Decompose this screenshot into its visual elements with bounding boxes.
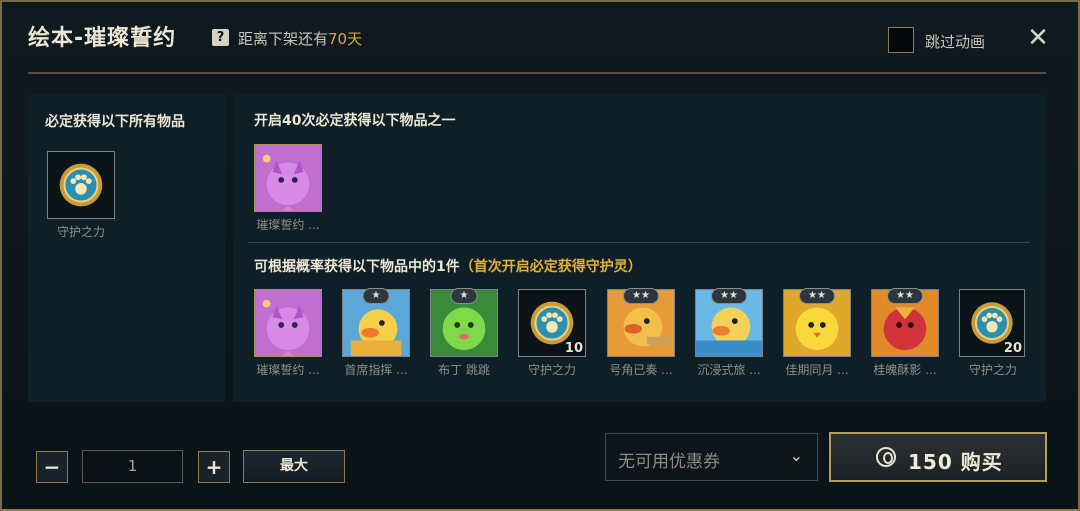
star-rating-badge: ★ [450, 288, 478, 304]
countdown-prefix: 距离下架还有 [238, 30, 329, 48]
item-frame [254, 144, 322, 212]
countdown-value: 70天 [328, 30, 363, 48]
reward-item[interactable]: 璀璨誓约 ... [254, 144, 322, 233]
item-quantity: 10 [564, 341, 583, 356]
coupon-placeholder: 无可用优惠券 [618, 452, 720, 472]
reward-item[interactable]: 20 守护之力 [959, 289, 1025, 378]
reward-item[interactable]: ★★ 佳期同月 ... [783, 288, 851, 378]
item-label: 沉浸式旅 ... [697, 363, 761, 377]
reward-item[interactable]: ★ 布丁 跳跳 [430, 288, 498, 378]
item-quantity: 20 [1003, 341, 1022, 356]
star-rating-badge: ★★ [799, 288, 835, 304]
item-label: 首席指挥 ... [344, 363, 408, 377]
item-label: 璀璨誓约 ... [256, 363, 320, 377]
skip-animation-label[interactable]: 跳过动画 [925, 31, 985, 52]
item-label: 守护之力 [56, 225, 105, 239]
star-rating-badge: ★★ [623, 288, 659, 304]
purple-mascot-icon [255, 145, 321, 211]
guaranteed-all-panel [28, 95, 225, 402]
star-rating-badge: ★ [362, 288, 390, 304]
buy-button[interactable]: 150 购买 [829, 432, 1047, 482]
buy-text: 购买 [960, 450, 1003, 474]
coupon-dropdown[interactable]: 无可用优惠券 ⌄ [605, 433, 818, 481]
chevron-down-icon: ⌄ [789, 446, 803, 465]
quantity-input[interactable]: 1 [82, 450, 183, 483]
buy-price: 150 [908, 450, 953, 474]
item-frame: 20 [959, 289, 1025, 357]
item-frame [47, 151, 115, 219]
header-divider [28, 72, 1046, 74]
item-label: 守护之力 [527, 363, 576, 377]
item-label: 佳期同月 ... [785, 363, 849, 377]
countdown-text: 距离下架还有70天 [238, 28, 362, 49]
purple-mascot-icon [255, 290, 321, 356]
paw-medal-icon [59, 163, 103, 207]
item-label: 桂魄酥影 ... [873, 363, 937, 377]
reward-item[interactable]: 守护之力 [47, 151, 115, 240]
help-icon[interactable]: ? [212, 29, 229, 46]
item-label: 璀璨誓约 ... [256, 218, 320, 232]
reward-item[interactable]: 璀璨誓约 ... [254, 289, 322, 378]
increase-quantity-button[interactable]: + [198, 451, 230, 483]
buy-button-label: 150 购买 [908, 446, 1003, 475]
close-icon[interactable]: ✕ [1026, 24, 1050, 52]
guaranteed-all-heading: 必定获得以下所有物品 [45, 114, 185, 130]
reward-item[interactable]: ★★ 沉浸式旅 ... [695, 288, 763, 378]
reward-item[interactable]: ★ 首席指挥 ... [342, 288, 410, 378]
reward-item[interactable]: ★★ 号角已奏 ... [607, 288, 675, 378]
probability-heading-note: （首次开启必定获得守护灵） [459, 259, 642, 275]
item-frame [254, 289, 322, 357]
item-label: 守护之力 [968, 363, 1017, 377]
reward-item[interactable]: 10 守护之力 [518, 289, 586, 378]
reward-item[interactable]: ★★ 桂魄酥影 ... [871, 288, 939, 378]
probability-heading: 可根据概率获得以下物品中的1件（首次开启必定获得守护灵） [254, 256, 642, 276]
item-frame: 10 [518, 289, 586, 357]
star-rating-badge: ★★ [711, 288, 747, 304]
skip-animation-checkbox[interactable] [888, 27, 914, 53]
item-label: 号角已奏 ... [609, 363, 673, 377]
section-divider [248, 242, 1030, 243]
star-rating-badge: ★★ [887, 288, 923, 304]
currency-icon [876, 447, 896, 467]
probability-heading-text: 可根据概率获得以下物品中的1件 [254, 259, 460, 275]
decrease-quantity-button[interactable]: − [36, 451, 68, 483]
max-quantity-button[interactable]: 最大 [243, 450, 345, 483]
guaranteed-40-heading: 开启40次必定获得以下物品之一 [254, 113, 456, 129]
item-label: 布丁 跳跳 [438, 363, 490, 377]
dialog-title: 绘本-璀璨誓约 [28, 26, 177, 51]
